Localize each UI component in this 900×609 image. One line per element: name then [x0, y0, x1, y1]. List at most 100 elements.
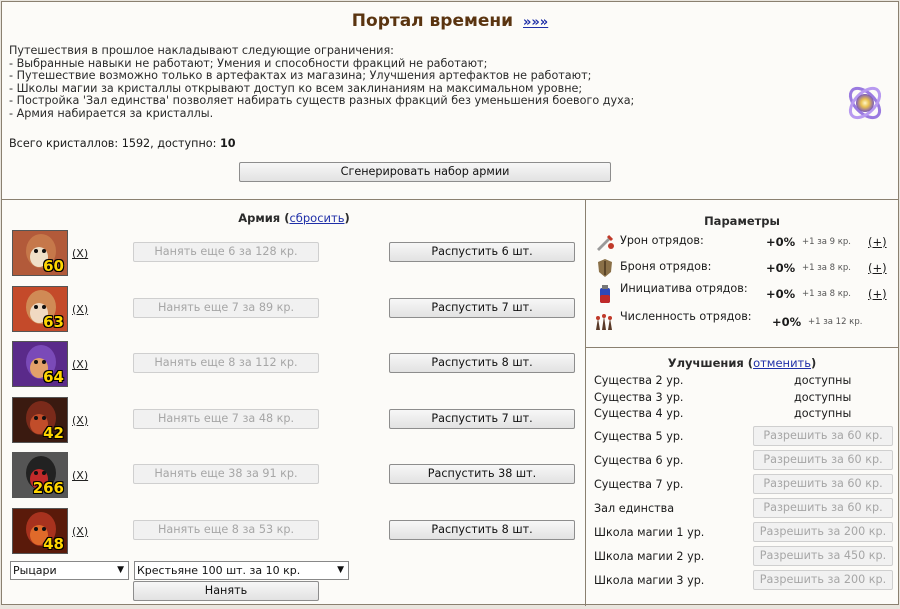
upgrade-label: Существа 3 ур.	[594, 391, 684, 404]
upgrade-label: Существа 5 ур.	[594, 430, 684, 443]
army-unit-row: 63 (X) Нанять еще 7 за 89 кр. Распустить 7 …	[2, 285, 586, 342]
upgrade-label: Школа магии 1 ур.	[594, 526, 705, 539]
unit-portrait: 63	[12, 285, 68, 332]
allow-upgrade-button[interactable]: Разрешить за 200 кр.	[753, 522, 893, 542]
hire-more-button[interactable]: Нанять еще 8 за 112 кр.	[133, 353, 319, 373]
hire-more-button[interactable]: Нанять еще 38 за 91 кр.	[133, 464, 319, 484]
portal-crystal-icon	[848, 86, 882, 120]
restriction-line: Путешествия в прошлое накладывают следую…	[9, 44, 394, 57]
upgrade-label: Существа 6 ур.	[594, 454, 684, 467]
portal-page: Портал времени »»» Путешествия в прошлое…	[1, 1, 899, 606]
param-row-armor: Броня отрядов: +0% +1 за 8 кр. (+)	[586, 256, 898, 282]
upgrade-label: Существа 7 ур.	[594, 478, 684, 491]
hire-button[interactable]: Нанять	[133, 581, 319, 601]
dismiss-unit-button[interactable]: Распустить 8 шт.	[389, 353, 575, 373]
param-plus-link[interactable]: (+)	[868, 235, 887, 249]
unit-count: 64	[43, 368, 64, 386]
parameters-title: Параметры	[704, 214, 780, 228]
parameters-section: Параметры Урон отрядов: +0% +1 за 9 кр. …	[586, 200, 898, 348]
param-rate: +1 за 8 кр.	[802, 263, 852, 273]
army-section: Армия (сбросить) 60 (X) Нанять еще 6 за 12…	[2, 200, 586, 606]
unit-count: 63	[43, 312, 64, 331]
unit-select[interactable]: Крестьяне 100 шт. за 10 кр. ▼	[134, 561, 349, 580]
army-unit-row: 48 (X) Нанять еще 8 за 53 кр. Распустить 8 …	[2, 507, 586, 564]
upgrade-label: Существа 4 ур.	[594, 407, 684, 420]
faction-select-value: Рыцари	[13, 564, 57, 577]
upgrades-title: Улучшения (отменить)	[667, 356, 817, 370]
unit-portrait: 42	[12, 396, 68, 443]
restriction-line: - Путешествие возможно только в артефакт…	[9, 69, 592, 83]
upgrades-title-text: Улучшения	[667, 356, 744, 370]
restriction-line: - Армия набирается за кристаллы.	[9, 106, 214, 120]
upgrade-status: доступны	[794, 407, 852, 420]
unit-portrait: 64	[12, 341, 68, 387]
param-label: Инициатива отрядов:	[620, 282, 748, 295]
allow-upgrade-button[interactable]: Разрешить за 60 кр.	[753, 450, 893, 470]
remove-unit-link[interactable]: (X)	[72, 303, 88, 316]
troops-size-icon	[596, 314, 612, 330]
dismiss-unit-button[interactable]: Распустить 7 шт.	[389, 297, 575, 318]
dismiss-unit-button[interactable]: Распустить 8 шт.	[389, 519, 575, 540]
param-rate: +1 за 12 кр.	[808, 317, 863, 327]
remove-unit-link[interactable]: (X)	[72, 469, 88, 482]
param-plus-link[interactable]: (+)	[868, 287, 887, 301]
param-value: +0%	[772, 315, 802, 329]
remove-unit-link[interactable]: (X)	[72, 358, 88, 371]
param-label: Урон отрядов:	[620, 234, 704, 247]
unit-count: 60	[43, 257, 64, 275]
page-title-text: Портал времени	[351, 11, 514, 31]
param-row-initiative: Инициатива отрядов: +0% +1 за 8 кр. (+)	[586, 282, 898, 308]
dismiss-unit-button[interactable]: Распустить 7 шт.	[389, 408, 575, 429]
allow-upgrade-button[interactable]: Разрешить за 60 кр.	[753, 474, 893, 494]
dismiss-unit-button[interactable]: Распустить 38 шт.	[389, 464, 575, 484]
unit-count: 48	[43, 534, 64, 553]
remove-unit-link[interactable]: (X)	[72, 247, 88, 260]
portal-header-section: Портал времени »»» Путешествия в прошлое…	[2, 2, 898, 200]
upgrade-status: доступны	[794, 391, 852, 404]
param-value: +0%	[766, 261, 796, 275]
param-row-troops: Численность отрядов: +0% +1 за 12 кр.	[586, 310, 898, 336]
upgrade-label: Школа магии 3 ур.	[594, 574, 705, 587]
army-unit-row: 60 (X) Нанять еще 6 за 128 кр. Распустить 6…	[2, 230, 586, 286]
army-title-text: Армия	[238, 211, 281, 225]
sword-damage-icon	[597, 234, 614, 251]
generate-army-button[interactable]: Сгенерировать набор армии	[239, 162, 611, 182]
more-link[interactable]: »»»	[523, 15, 548, 30]
faction-select[interactable]: Рыцари ▼	[10, 561, 129, 580]
unit-count: 42	[43, 423, 64, 442]
unit-select-value: Крестьяне 100 шт. за 10 кр.	[137, 564, 301, 577]
cancel-upgrades-link[interactable]: отменить	[753, 356, 811, 370]
page-title: Портал времени »»»	[2, 11, 898, 31]
upgrades-section: Улучшения (отменить) Существа 2 ур. досту…	[586, 348, 898, 606]
allow-upgrade-button[interactable]: Разрешить за 450 кр.	[753, 546, 893, 566]
allow-upgrade-button[interactable]: Разрешить за 60 кр.	[753, 498, 893, 518]
hire-more-button[interactable]: Нанять еще 6 за 128 кр.	[133, 242, 319, 262]
army-title: Армия (сбросить)	[238, 211, 350, 225]
hire-more-button[interactable]: Нанять еще 7 за 89 кр.	[133, 297, 319, 318]
upgrade-label: Зал единства	[594, 502, 675, 515]
armor-icon	[598, 259, 612, 277]
remove-unit-link[interactable]: (X)	[72, 525, 88, 538]
initiative-potion-icon	[600, 285, 610, 303]
reset-army-link[interactable]: сбросить	[289, 211, 344, 225]
remove-unit-link[interactable]: (X)	[72, 414, 88, 427]
hire-more-button[interactable]: Нанять еще 7 за 48 кр.	[133, 408, 319, 429]
allow-upgrade-button[interactable]: Разрешить за 200 кр.	[753, 570, 893, 590]
upgrade-label: Существа 2 ур.	[594, 374, 684, 387]
dismiss-unit-button[interactable]: Распустить 6 шт.	[389, 242, 575, 262]
chevron-down-icon: ▼	[117, 565, 124, 575]
param-value: +0%	[766, 287, 796, 301]
param-plus-link[interactable]: (+)	[868, 261, 887, 275]
allow-upgrade-button[interactable]: Разрешить за 60 кр.	[753, 426, 893, 446]
unit-portrait: 60	[12, 230, 68, 276]
unit-count: 266	[32, 479, 64, 497]
chevron-down-icon: ▼	[337, 565, 344, 575]
crystals-total-text: Всего кристаллов: 1592, доступно:	[9, 137, 217, 150]
param-value: +0%	[766, 235, 796, 249]
unit-portrait: 48	[12, 507, 68, 554]
param-label: Численность отрядов:	[620, 310, 752, 323]
army-unit-row: 42 (X) Нанять еще 7 за 48 кр. Распустить 7 …	[2, 396, 586, 453]
upgrade-label: Школа магии 2 ур.	[594, 550, 705, 563]
param-rate: +1 за 8 кр.	[802, 289, 852, 299]
hire-more-button[interactable]: Нанять еще 8 за 53 кр.	[133, 519, 319, 540]
